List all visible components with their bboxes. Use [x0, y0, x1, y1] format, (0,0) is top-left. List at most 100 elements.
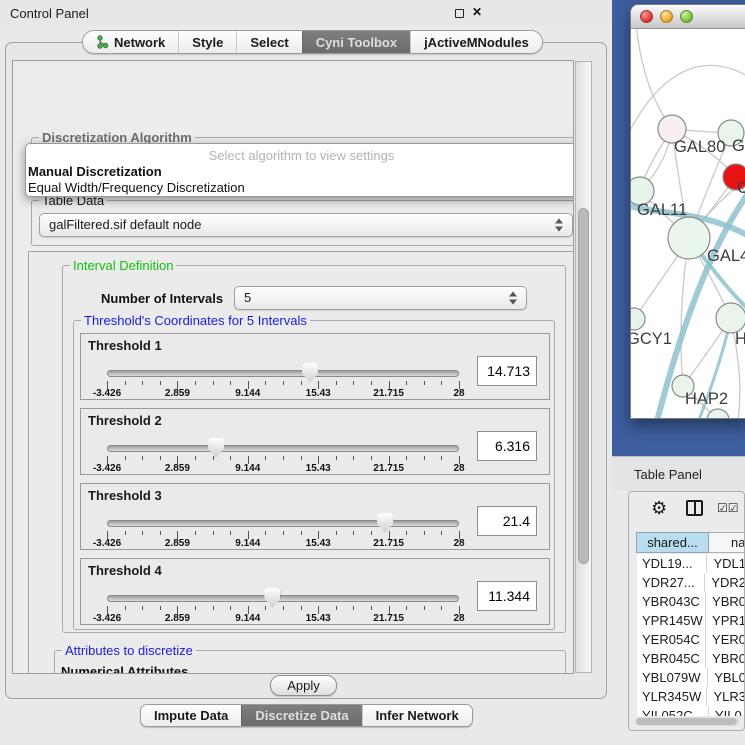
- table-row[interactable]: YIL052CYIL0: [637, 706, 745, 716]
- table-row[interactable]: YDL19...YDL1: [637, 554, 745, 573]
- network-node[interactable]: [716, 303, 745, 333]
- threshold-slider-thumb[interactable]: [377, 513, 393, 533]
- network-node[interactable]: [631, 308, 645, 330]
- column-header-shared-name[interactable]: shared...: [636, 532, 709, 553]
- tab-discretize-data[interactable]: Discretize Data: [241, 705, 361, 726]
- threshold-slider-thumb[interactable]: [264, 588, 280, 608]
- table-data-combobox[interactable]: galFiltered.sif default node: [39, 213, 573, 237]
- threshold-value-field[interactable]: [477, 431, 537, 461]
- table-panel-title: Table Panel: [634, 467, 702, 482]
- table-row[interactable]: YPR145WYPR1: [637, 611, 745, 630]
- threshold-value-field[interactable]: [477, 581, 537, 611]
- network-node-label: GCY1: [631, 330, 672, 348]
- threshold-slider-track[interactable]: [107, 595, 459, 602]
- slider-tick-labels: -3.4262.8599.14415.4321.71528: [81, 538, 549, 550]
- tab-impute-data[interactable]: Impute Data: [141, 705, 241, 726]
- table-row[interactable]: YDR27...YDR2: [637, 573, 745, 592]
- table-row[interactable]: YBR045CYBR0: [637, 649, 745, 668]
- tab-select[interactable]: Select: [236, 31, 301, 53]
- threshold-row: Threshold 4 -3.4262.8599.14415.4321.7152…: [80, 558, 550, 625]
- tab-jactivemnodules[interactable]: jActiveMNodules: [410, 31, 542, 53]
- tab-cyni-toolbox[interactable]: Cyni Toolbox: [302, 31, 410, 53]
- tab-network[interactable]: Network: [83, 31, 178, 53]
- network-node[interactable]: [707, 409, 729, 419]
- threshold-value-field[interactable]: [477, 506, 537, 536]
- stepper-icon: [509, 291, 518, 306]
- network-node-label: GAL80: [674, 138, 725, 156]
- hscrollbar-thumb[interactable]: [636, 718, 737, 725]
- cell-shared-name: YBR043C: [637, 592, 706, 611]
- apply-button[interactable]: Apply: [270, 675, 337, 696]
- column-header-name[interactable]: na: [709, 532, 745, 553]
- desktop-background: GAL80GACGAL11GAL4GCY1HHAP2: [612, 0, 745, 456]
- tab-label: Discretize Data: [255, 708, 348, 723]
- table-header-row: shared... na: [636, 532, 745, 553]
- table-data-group: Table Data galFiltered.sif default node: [31, 200, 574, 246]
- group-title: Attributes to discretize: [62, 643, 196, 658]
- threshold-slider-track[interactable]: [107, 445, 459, 452]
- threshold-slider-track[interactable]: [107, 520, 459, 527]
- tab-style[interactable]: Style: [178, 31, 236, 53]
- algorithm-dropdown-popup: Select algorithm to view settings Manual…: [25, 143, 574, 197]
- network-window-titlebar[interactable]: [631, 5, 745, 29]
- cyni-mode-tabs: Impute Data Discretize Data Infer Network: [140, 704, 473, 727]
- cell-shared-name: YDL19...: [637, 554, 707, 573]
- network-node-label: C: [737, 179, 745, 197]
- table-row[interactable]: YER054CYER0: [637, 630, 745, 649]
- slider-tick-labels: -3.4262.8599.14415.4321.71528: [81, 613, 549, 625]
- tab-infer-network[interactable]: Infer Network: [362, 705, 472, 726]
- network-icon: [96, 35, 109, 49]
- table-row[interactable]: YBR043CYBR0: [637, 592, 745, 611]
- stepper-icon: [555, 218, 564, 233]
- num-intervals-combobox[interactable]: 5: [234, 286, 527, 310]
- panel-scrollbar[interactable]: [575, 61, 592, 673]
- combo-value: 5: [244, 290, 251, 305]
- cell-shared-name: YIL052C: [637, 706, 709, 716]
- minimize-traffic-light-icon[interactable]: [660, 10, 673, 23]
- popup-option-manual-discretization[interactable]: Manual Discretization: [28, 164, 162, 179]
- slider-tick-labels: -3.4262.8599.14415.4321.71528: [81, 463, 549, 475]
- scrollbar-thumb[interactable]: [578, 208, 589, 564]
- threshold-row: Threshold 2 -3.4262.8599.14415.4321.7152…: [80, 408, 550, 475]
- threshold-slider-track[interactable]: [107, 370, 459, 377]
- table-row[interactable]: YLR345WYLR3: [637, 687, 745, 706]
- cell-name: YBR0: [706, 649, 745, 668]
- network-view-window[interactable]: GAL80GACGAL11GAL4GCY1HHAP2: [630, 4, 745, 419]
- discretize-settings-panel: Interval Definition Number of Intervals …: [28, 251, 574, 674]
- float-window-icon[interactable]: [455, 9, 464, 18]
- cell-shared-name: YLR345W: [637, 687, 707, 706]
- cell-name: YDL1: [707, 554, 745, 573]
- table-row[interactable]: YBL079WYBL0: [637, 668, 745, 687]
- table-hscrollbar[interactable]: [635, 717, 740, 726]
- gear-icon[interactable]: ⚙: [651, 498, 667, 518]
- popup-hint: Select algorithm to view settings: [26, 148, 574, 163]
- select-columns-icon[interactable]: ☑☑: [717, 501, 739, 515]
- split-columns-icon[interactable]: [686, 500, 703, 516]
- num-intervals-label: Number of Intervals: [101, 291, 223, 306]
- control-panel-titlebar: Control Panel ✕: [0, 0, 612, 26]
- cell-name: YDR2: [705, 573, 745, 592]
- cell-name: YER0: [706, 630, 745, 649]
- threshold-label: Threshold 1: [88, 338, 162, 353]
- combo-value: galFiltered.sif default node: [49, 217, 201, 232]
- table-panel-header: Table Panel: [612, 456, 745, 491]
- cell-shared-name: YPR145W: [637, 611, 706, 630]
- popup-option-equal-width-frequency-discretization[interactable]: Equal Width/Frequency Discretization: [28, 180, 245, 195]
- threshold-row: Threshold 1 -3.4262.8599.14415.4321.7152…: [80, 333, 550, 400]
- network-node-label: GAL4: [707, 247, 745, 265]
- tab-label: Infer Network: [376, 708, 459, 723]
- threshold-slider-thumb[interactable]: [208, 438, 224, 458]
- network-canvas[interactable]: GAL80GACGAL11GAL4GCY1HHAP2: [631, 29, 745, 419]
- tab-label: jActiveMNodules: [424, 35, 529, 50]
- panel-title: Control Panel: [10, 6, 89, 21]
- threshold-value-field[interactable]: [477, 356, 537, 386]
- cell-name: YBL0: [708, 668, 745, 687]
- attributes-group: Attributes to discretize Numerical Attri…: [54, 650, 566, 674]
- threshold-row: Threshold 3 -3.4262.8599.14415.4321.7152…: [80, 483, 550, 550]
- network-node[interactable]: [668, 217, 710, 259]
- zoom-traffic-light-icon[interactable]: [680, 10, 693, 23]
- close-traffic-light-icon[interactable]: [640, 10, 653, 23]
- close-icon[interactable]: ✕: [472, 5, 482, 19]
- threshold-slider-thumb[interactable]: [302, 363, 318, 383]
- cell-name: YIL0: [709, 706, 742, 716]
